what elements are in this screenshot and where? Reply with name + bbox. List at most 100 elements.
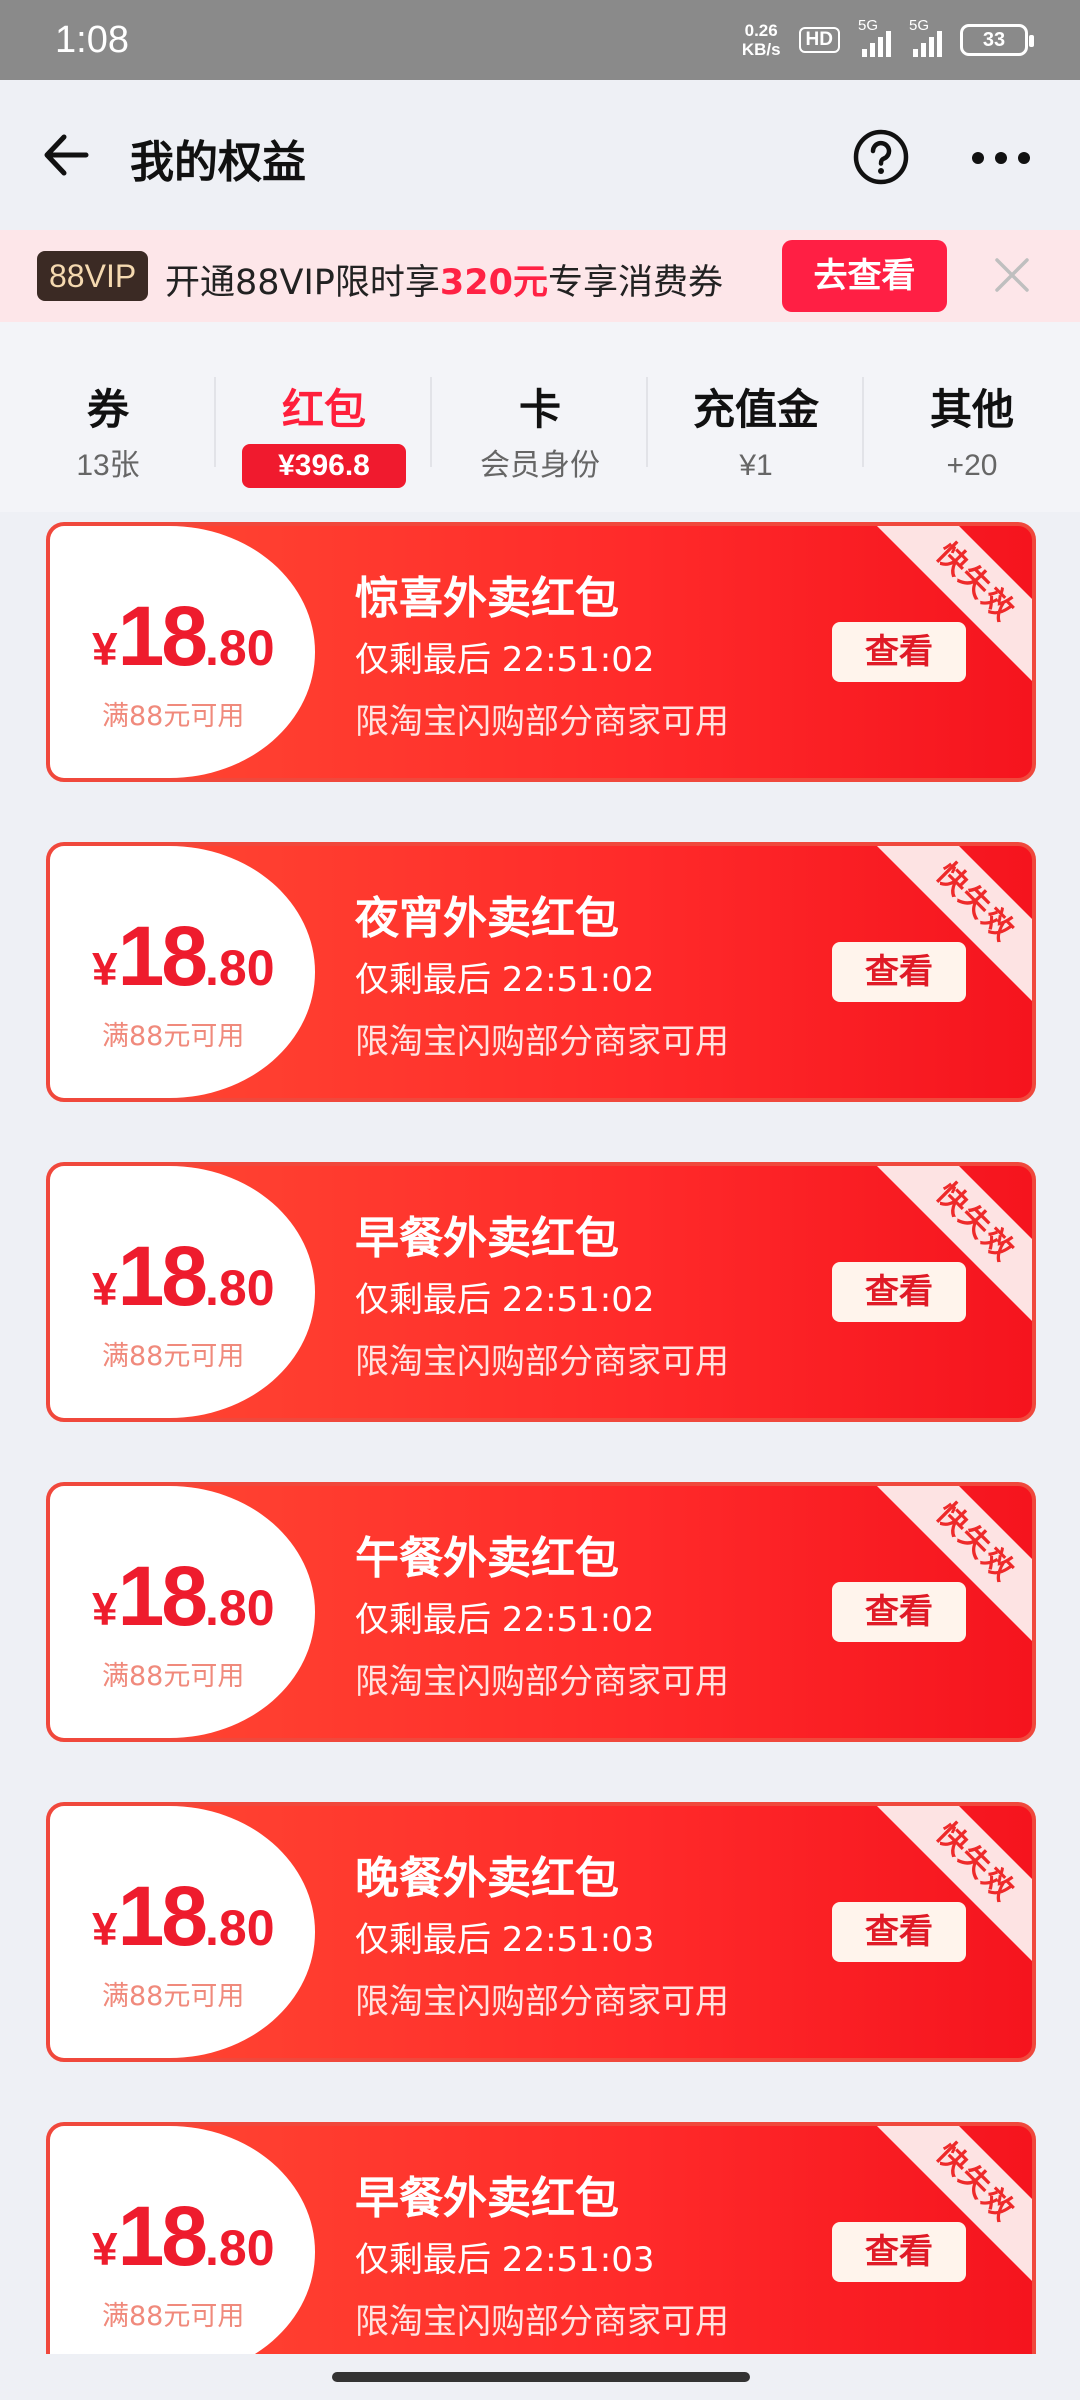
vip-text-highlight: 320元: [439, 263, 548, 303]
coupon-amount: ¥18.80: [92, 1548, 275, 1645]
amount-int: 18: [117, 1229, 208, 1323]
status-bar: 1:08 0.26 KB/s HD 5G 5G 33: [0, 0, 1080, 80]
amount-dec: .80: [205, 620, 275, 676]
tab-label: 红包: [281, 385, 366, 434]
more-icon[interactable]: [970, 150, 1032, 166]
coupon-expiry: 仅剩最后 22:51:02: [355, 640, 655, 680]
view-button[interactable]: 查看: [832, 942, 966, 1002]
view-button[interactable]: 查看: [832, 1262, 966, 1322]
tab-label: 券: [86, 385, 129, 434]
tab-label: 充值金: [692, 385, 819, 434]
min-spend: 满88元可用: [102, 2301, 245, 2332]
vip-promo-text: 开通88VIP限时享320元专享消费券: [165, 254, 723, 305]
network-speed-unit: KB/s: [741, 40, 781, 59]
network-speed-value: 0.26: [744, 21, 778, 40]
coupon-desc: 限淘宝闪购部分商家可用: [355, 702, 729, 742]
coupon-card[interactable]: ¥18.80 满88元可用 早餐外卖红包 仅剩最后 22:51:03 限淘宝闪购…: [46, 2122, 1036, 2354]
coupon-title: 早餐外卖红包: [355, 1213, 619, 1264]
currency-symbol: ¥: [92, 943, 118, 995]
page-title: 我的权益: [130, 137, 306, 188]
min-spend: 满88元可用: [102, 1981, 245, 2012]
view-button[interactable]: 查看: [832, 2222, 966, 2282]
amount-dec: .80: [205, 1900, 275, 1956]
signal-label: 5G: [858, 17, 879, 34]
tab-sub: ¥1: [739, 449, 773, 482]
benefit-tabs: 券 13张 红包 ¥396.8 卡 会员身份 充值金 ¥1 其他 +20: [0, 322, 1080, 512]
amount-int: 18: [117, 909, 208, 1003]
signal-icon-2: 5G: [909, 17, 942, 57]
home-indicator[interactable]: [332, 2372, 750, 2382]
min-spend: 满88元可用: [102, 1341, 245, 1372]
coupon-amount-panel: ¥18.80 满88元可用: [50, 2126, 315, 2354]
coupon-amount-panel: ¥18.80 满88元可用: [50, 1166, 315, 1418]
tab-sub-badge: ¥396.8: [242, 444, 406, 488]
view-button[interactable]: 查看: [832, 1582, 966, 1642]
coupon-amount: ¥18.80: [92, 588, 275, 685]
tab-red-packets[interactable]: 红包 ¥396.8: [216, 322, 432, 512]
coupon-amount: ¥18.80: [92, 908, 275, 1005]
amount-int: 18: [117, 1549, 208, 1643]
signal-label-2: 5G: [909, 17, 930, 34]
battery-icon: 33: [960, 24, 1034, 56]
app-header: 我的权益: [0, 80, 1080, 230]
battery-level: 33: [982, 28, 1006, 51]
coupon-expiry: 仅剩最后 22:51:02: [355, 1280, 655, 1320]
network-speed: 0.26 KB/s: [742, 21, 781, 59]
coupon-amount: ¥18.80: [92, 2188, 275, 2285]
tab-sub: 13张: [76, 449, 140, 482]
coupon-card[interactable]: ¥18.80 满88元可用 惊喜外卖红包 仅剩最后 22:51:02 限淘宝闪购…: [46, 522, 1036, 782]
coupon-amount-panel: ¥18.80 满88元可用: [50, 1486, 315, 1738]
currency-symbol: ¥: [92, 1263, 118, 1315]
tab-sub: 会员身份: [480, 449, 600, 482]
vip-text-suffix: 专享消费券: [547, 263, 723, 303]
coupon-amount-panel: ¥18.80 满88元可用: [50, 846, 315, 1098]
coupon-desc: 限淘宝闪购部分商家可用: [355, 1662, 729, 1702]
status-icons: 0.26 KB/s HD 5G 5G 33: [742, 17, 1034, 59]
close-icon[interactable]: [993, 256, 1031, 294]
vip-badge: 88VIP: [37, 251, 149, 301]
coupon-card[interactable]: ¥18.80 满88元可用 夜宵外卖红包 仅剩最后 22:51:02 限淘宝闪购…: [46, 842, 1036, 1102]
tab-label: 卡: [518, 385, 561, 434]
tab-cards[interactable]: 卡 会员身份: [432, 322, 648, 512]
coupon-card[interactable]: ¥18.80 满88元可用 午餐外卖红包 仅剩最后 22:51:02 限淘宝闪购…: [46, 1482, 1036, 1742]
amount-dec: .80: [205, 1260, 275, 1316]
back-arrow-icon[interactable]: [40, 128, 94, 182]
coupon-card[interactable]: ¥18.80 满88元可用 晚餐外卖红包 仅剩最后 22:51:03 限淘宝闪购…: [46, 1802, 1036, 2062]
help-icon[interactable]: [852, 128, 910, 186]
view-button[interactable]: 查看: [832, 622, 966, 682]
vip-promo-banner[interactable]: 88VIP 开通88VIP限时享320元专享消费券 去查看: [0, 230, 1080, 322]
amount-int: 18: [117, 589, 208, 683]
coupon-amount-panel: ¥18.80 满88元可用: [50, 526, 315, 778]
view-button[interactable]: 查看: [832, 1902, 966, 1962]
coupon-title: 早餐外卖红包: [355, 2173, 619, 2224]
vip-text-prefix: 开通88VIP限时享: [165, 263, 440, 303]
red-packet-list[interactable]: ¥18.80 满88元可用 惊喜外卖红包 仅剩最后 22:51:02 限淘宝闪购…: [0, 512, 1080, 2354]
amount-int: 18: [117, 1869, 208, 1963]
currency-symbol: ¥: [92, 623, 118, 675]
min-spend: 满88元可用: [102, 701, 245, 732]
min-spend: 满88元可用: [102, 1661, 245, 1692]
coupon-title: 晚餐外卖红包: [355, 1853, 619, 1904]
coupon-amount: ¥18.80: [92, 1228, 275, 1325]
coupon-desc: 限淘宝闪购部分商家可用: [355, 1342, 729, 1382]
signal-icon: 5G: [858, 17, 891, 57]
coupon-expiry: 仅剩最后 22:51:03: [355, 2240, 655, 2280]
coupon-desc: 限淘宝闪购部分商家可用: [355, 2302, 729, 2342]
coupon-amount: ¥18.80: [92, 1868, 275, 1965]
currency-symbol: ¥: [92, 1903, 118, 1955]
coupon-desc: 限淘宝闪购部分商家可用: [355, 1982, 729, 2022]
tab-sub: +20: [946, 449, 998, 482]
min-spend: 满88元可用: [102, 1021, 245, 1052]
tab-recharge[interactable]: 充值金 ¥1: [648, 322, 864, 512]
vip-view-button[interactable]: 去查看: [782, 240, 947, 312]
coupon-title: 惊喜外卖红包: [355, 573, 619, 624]
amount-dec: .80: [205, 940, 275, 996]
hd-icon: HD: [798, 27, 840, 53]
coupon-amount-panel: ¥18.80 满88元可用: [50, 1806, 315, 2058]
coupon-card[interactable]: ¥18.80 满88元可用 早餐外卖红包 仅剩最后 22:51:02 限淘宝闪购…: [46, 1162, 1036, 1422]
currency-symbol: ¥: [92, 1583, 118, 1635]
tab-others[interactable]: 其他 +20: [864, 322, 1080, 512]
tab-coupons[interactable]: 券 13张: [0, 322, 216, 512]
coupon-expiry: 仅剩最后 22:51:02: [355, 1600, 655, 1640]
coupon-expiry: 仅剩最后 22:51:02: [355, 960, 655, 1000]
